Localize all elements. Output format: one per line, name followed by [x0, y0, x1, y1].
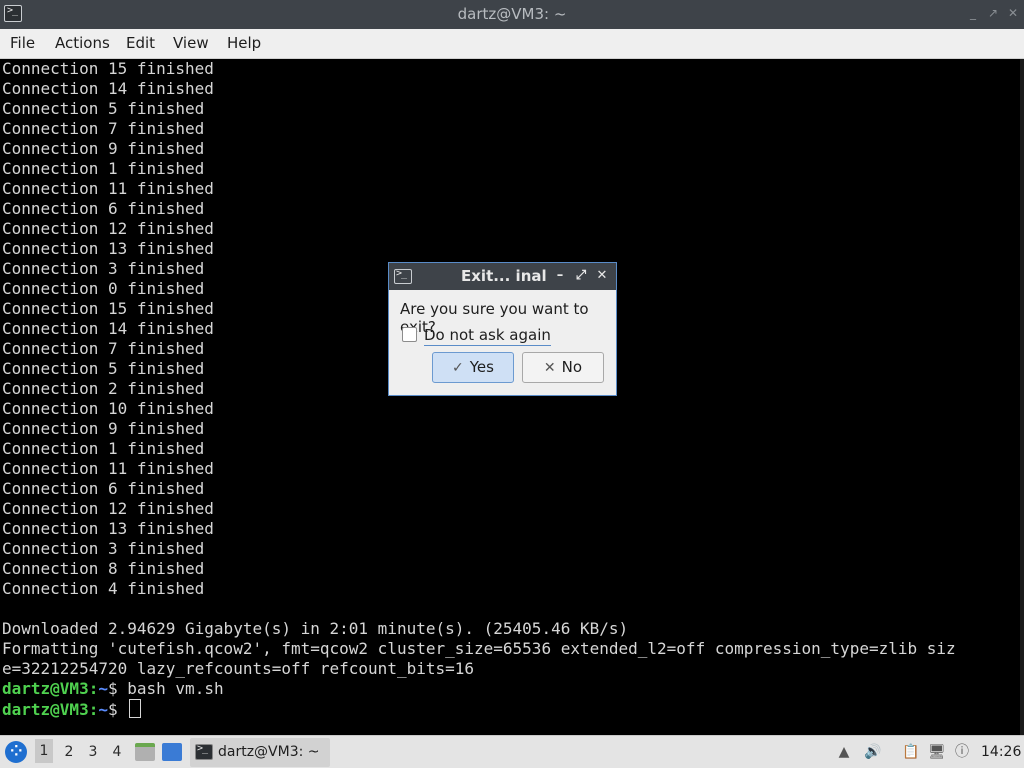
terminal-line: Connection 9 finished: [2, 419, 205, 438]
terminal-line: Connection 15 finished: [2, 59, 214, 78]
terminal-line: Connection 0 finished: [2, 279, 205, 298]
terminal-line: Connection 11 finished: [2, 459, 214, 478]
menu-edit[interactable]: Edit: [126, 34, 155, 52]
terminal-line: Connection 3 finished: [2, 539, 205, 558]
dialog-title: Exit... inal: [461, 267, 547, 285]
terminal-line: Connection 5 finished: [2, 359, 205, 378]
terminal-line: Connection 5 finished: [2, 99, 205, 118]
terminal-line: Connection 7 finished: [2, 119, 205, 138]
do-not-ask-label[interactable]: Do not ask again: [424, 326, 551, 346]
yes-button[interactable]: ✓ Yes: [432, 352, 514, 383]
exit-dialog: >_ Exit... inal – ⤢ ✕ Are you sure you w…: [388, 262, 617, 396]
file-manager-icon[interactable]: [135, 743, 155, 761]
terminal-line: Connection 2 finished: [2, 379, 205, 398]
terminal-icon: >_: [394, 268, 412, 284]
cross-icon: ✕: [543, 360, 556, 376]
taskbar: ⁘ 1 2 3 4 >_ dartz@VM3: ~ ▲ 🔊 📋 🖥 ⓘ 14:2…: [0, 735, 1024, 768]
terminal-icon: >_: [195, 743, 213, 760]
scroll-up-icon[interactable]: ▲: [836, 744, 852, 760]
yes-button-label: Yes: [469, 358, 494, 376]
prompt-separator: :: [88, 679, 99, 698]
terminal-line: Connection 15 finished: [2, 299, 214, 318]
volume-icon[interactable]: 🔊: [864, 744, 881, 760]
show-desktop-icon[interactable]: [162, 743, 182, 761]
dialog-titlebar: >_ Exit... inal – ⤢ ✕: [389, 263, 616, 290]
network-icon[interactable]: 🖥: [928, 744, 946, 760]
terminal-line: Connection 12 finished: [2, 499, 214, 518]
workspace-3[interactable]: 3: [84, 744, 102, 760]
minimize-icon[interactable]: _: [966, 6, 980, 20]
terminal-line: Connection 6 finished: [2, 479, 205, 498]
terminal-line: Connection 6 finished: [2, 199, 205, 218]
terminal-line: Downloaded 2.94629 Gigabyte(s) in 2:01 m…: [2, 619, 629, 638]
terminal-line: Connection 13 finished: [2, 239, 214, 258]
start-menu-button[interactable]: ⁘: [5, 741, 27, 763]
distro-logo-icon: ⁘: [10, 742, 23, 760]
workspace-4[interactable]: 4: [108, 744, 126, 760]
terminal-scrollbar[interactable]: [1020, 59, 1024, 735]
window-titlebar: >_ dartz@VM3: ~ _ ↗ ✕: [0, 0, 1024, 29]
terminal-line: Formatting 'cutefish.qcow2', fmt=qcow2 c…: [2, 639, 956, 658]
close-icon[interactable]: ✕: [594, 268, 610, 284]
terminal-line: Connection 7 finished: [2, 339, 205, 358]
window-title: dartz@VM3: ~: [457, 5, 567, 23]
terminal-line: Connection 8 finished: [2, 559, 205, 578]
taskbar-task-terminal[interactable]: >_ dartz@VM3: ~: [190, 738, 330, 767]
no-button-label: No: [561, 358, 583, 376]
workspace-1[interactable]: 1: [35, 739, 53, 763]
prompt-user: dartz@VM3: [2, 700, 89, 719]
menu-actions[interactable]: Actions: [55, 34, 110, 52]
menubar: File Actions Edit View Help: [0, 29, 1024, 59]
prompt-separator: :: [88, 700, 99, 719]
updates-icon[interactable]: ⓘ: [954, 744, 970, 760]
minimize-icon[interactable]: –: [552, 268, 568, 284]
terminal-line: Connection 14 finished: [2, 319, 214, 338]
workspace-2[interactable]: 2: [60, 744, 78, 760]
prompt-command: bash vm.sh: [117, 679, 224, 698]
maximize-icon[interactable]: ↗: [986, 6, 1000, 20]
maximize-icon[interactable]: ⤢: [573, 268, 589, 284]
terminal-line: Connection 3 finished: [2, 259, 205, 278]
clipboard-icon[interactable]: 📋: [902, 744, 919, 760]
menu-file[interactable]: File: [10, 34, 35, 52]
terminal-line: Connection 4 finished: [2, 579, 205, 598]
menu-help[interactable]: Help: [227, 34, 261, 52]
do-not-ask-checkbox[interactable]: [402, 327, 417, 342]
prompt-user: dartz@VM3: [2, 679, 89, 698]
terminal-line: Connection 11 finished: [2, 179, 214, 198]
prompt-path: ~: [98, 679, 108, 698]
prompt-path: ~: [98, 700, 108, 719]
terminal-line: e=32212254720 lazy_refcounts=off refcoun…: [2, 659, 475, 678]
terminal-line: Connection 10 finished: [2, 399, 214, 418]
terminal-line: Connection 1 finished: [2, 159, 205, 178]
terminal-output[interactable]: Connection 15 finished Connection 14 fin…: [0, 59, 1024, 735]
clock: 14:26: [981, 744, 1022, 760]
checkmark-icon: ✓: [452, 360, 464, 376]
text-cursor: [129, 699, 142, 718]
terminal-line: Connection 1 finished: [2, 439, 205, 458]
terminal-line: Connection 9 finished: [2, 139, 205, 158]
prompt-line: dartz@VM3:~$ bash vm.sh: [2, 679, 224, 699]
terminal-line: Connection 14 finished: [2, 79, 214, 98]
close-icon[interactable]: ✕: [1006, 6, 1020, 20]
prompt-command: [118, 700, 128, 719]
menu-view[interactable]: View: [173, 34, 209, 52]
terminal-line: Connection 13 finished: [2, 519, 214, 538]
prompt-line: dartz@VM3:~$: [2, 699, 142, 719]
prompt-symbol: $: [107, 700, 118, 719]
no-button[interactable]: ✕ No: [522, 352, 604, 383]
prompt-symbol: $: [107, 679, 118, 698]
task-label: dartz@VM3: ~: [218, 744, 320, 760]
terminal-line: Connection 12 finished: [2, 219, 214, 238]
